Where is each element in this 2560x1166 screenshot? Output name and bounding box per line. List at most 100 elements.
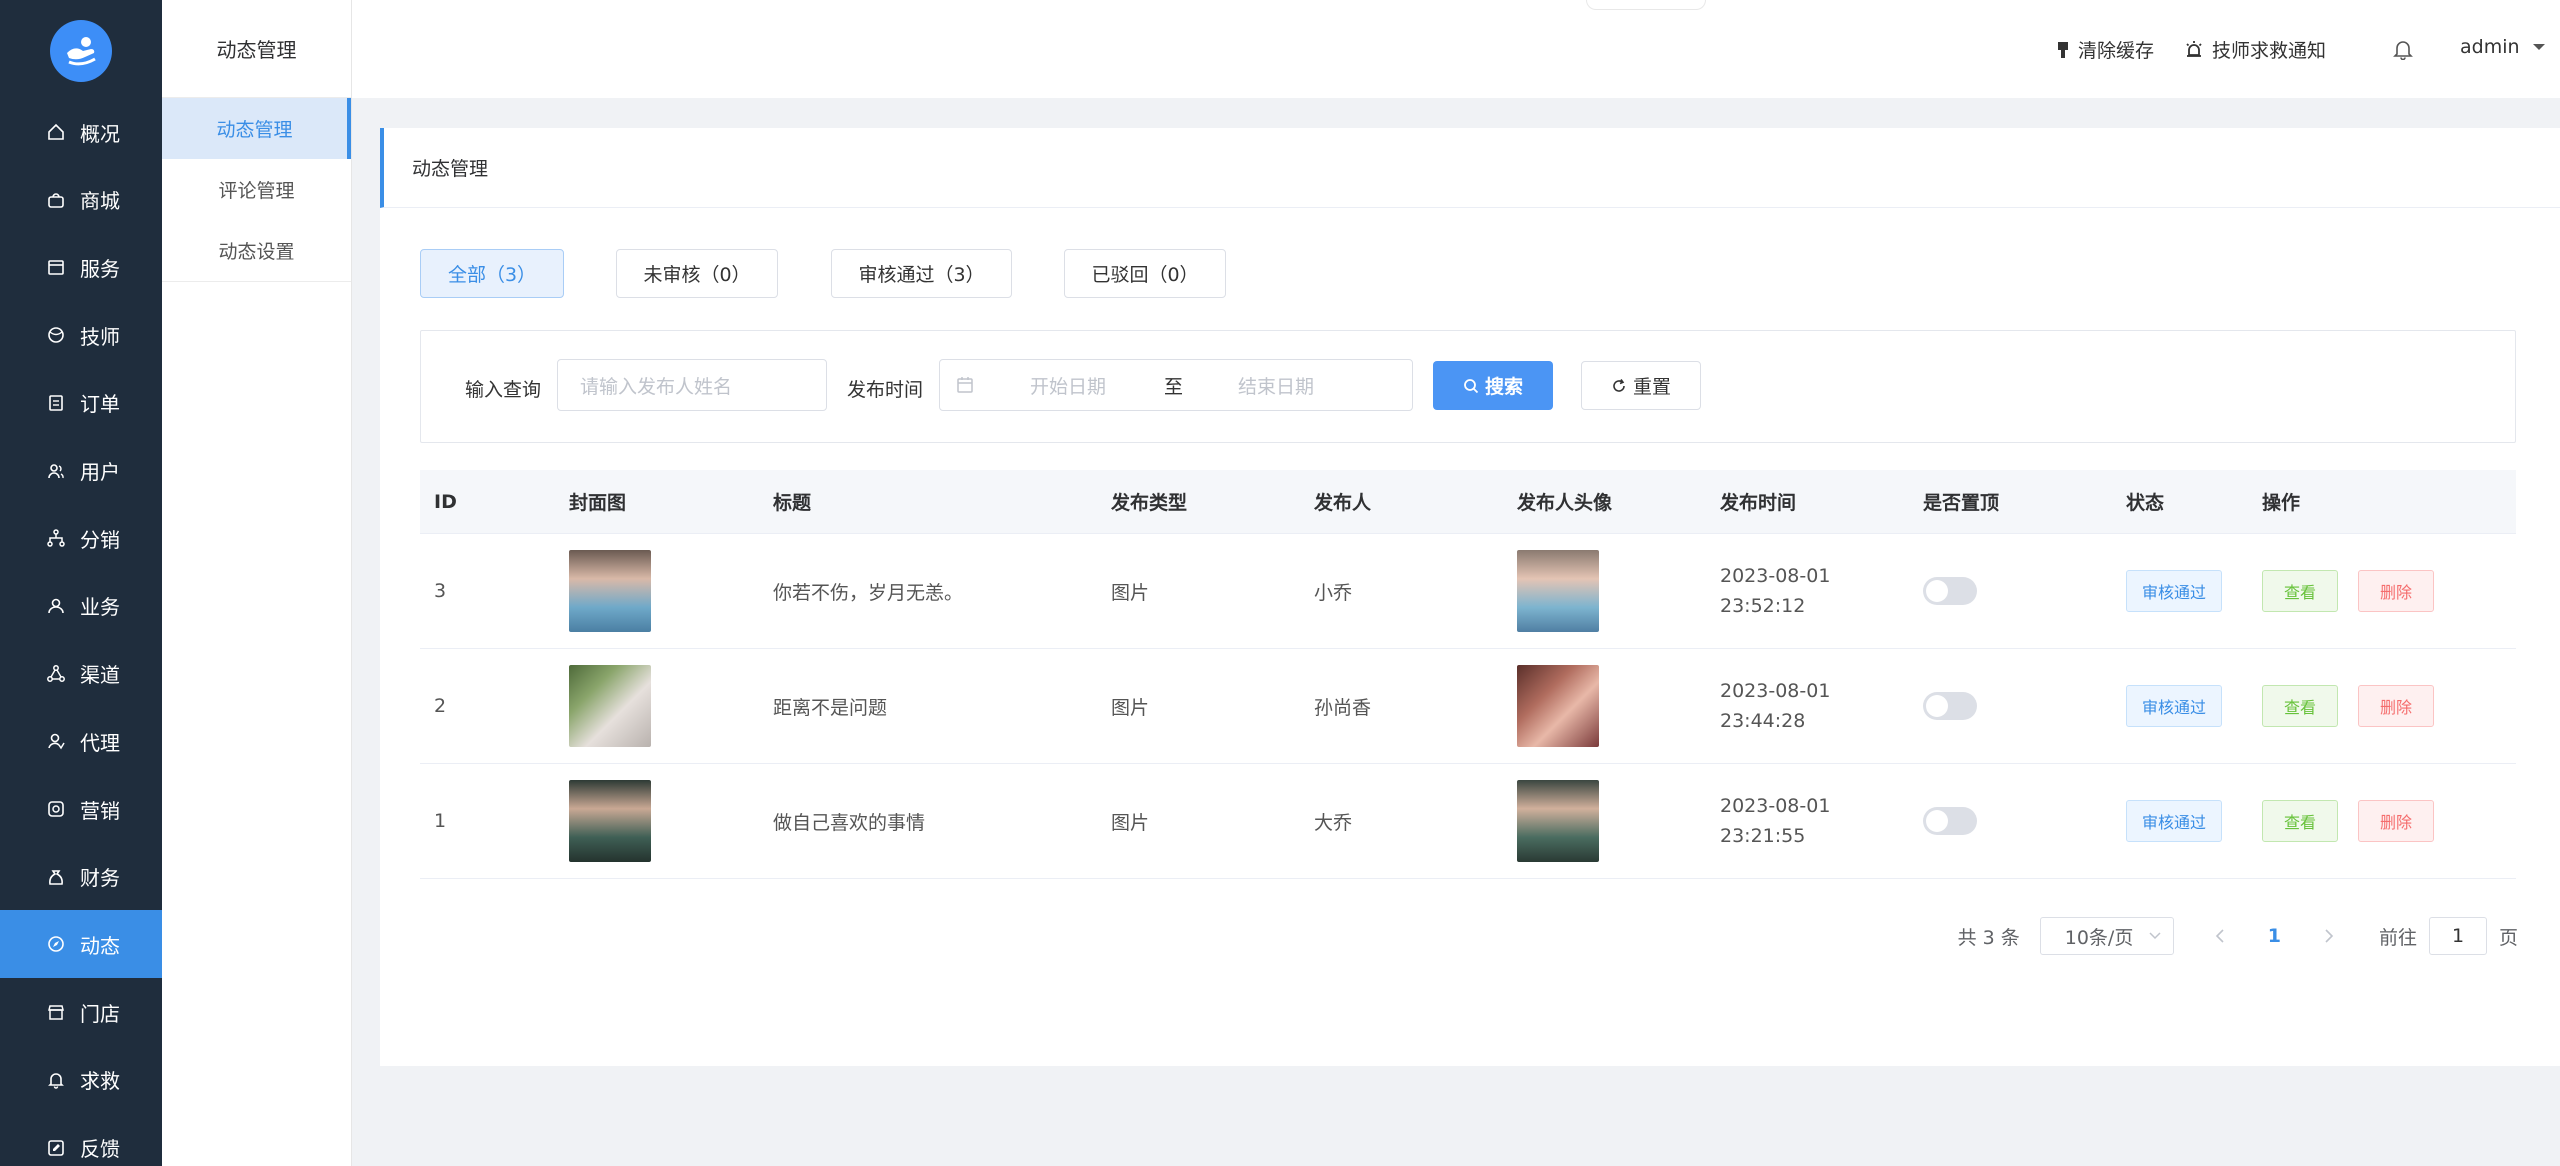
sidebar-item-label: 商城 — [80, 189, 120, 214]
pin-toggle[interactable] — [1923, 692, 1977, 720]
cell-actions: 查看 删除 — [2248, 685, 2516, 727]
search-button-label: 搜索 — [1484, 376, 1523, 398]
cell-id: 2 — [434, 695, 447, 717]
agent-icon — [46, 731, 66, 751]
sub-sidebar-divider — [162, 281, 351, 282]
alarm-icon — [2186, 40, 2202, 57]
range-separator: 至 — [1164, 375, 1184, 398]
sidebar-item-label: 渠道 — [80, 663, 120, 688]
delete-button[interactable]: 删除 — [2358, 800, 2434, 842]
tab-rejected[interactable]: 已驳回（0） — [1064, 249, 1226, 298]
publisher-search-placeholder: 请输入发布人姓名 — [580, 375, 733, 398]
user-menu[interactable]: admin — [2460, 36, 2546, 58]
publisher-search-input[interactable]: 请输入发布人姓名 — [557, 359, 827, 411]
logo-icon — [67, 37, 96, 66]
col-header-avatar: 发布人头像 — [1517, 492, 1613, 514]
sidebar-item[interactable]: 财务 — [0, 843, 162, 911]
tab-all[interactable]: 全部（3） — [420, 249, 564, 298]
cell-actions: 查看 删除 — [2248, 570, 2516, 612]
basketball-icon — [46, 325, 66, 345]
sidebar-item[interactable]: 求救 — [0, 1046, 162, 1114]
reset-button[interactable]: 重置 — [1581, 361, 1701, 410]
page-size-select[interactable]: 10条/页 — [2039, 917, 2174, 955]
tab-unreviewed[interactable]: 未审核（0） — [616, 249, 778, 298]
sidebar-item[interactable]: 代理 — [0, 707, 162, 775]
bell-icon — [46, 1070, 66, 1090]
cell-time: 2023-08-01 23:44:28 — [1706, 676, 1909, 736]
sidebar-item[interactable]: 概况 — [0, 98, 162, 166]
sidebar-item[interactable]: 订单 — [0, 369, 162, 437]
sidebar-item[interactable]: 服务 — [0, 233, 162, 301]
sidebar-item-label: 门店 — [80, 1001, 120, 1026]
sos-notice-button[interactable]: 技师求救通知 — [2184, 36, 2326, 63]
search-icon — [1464, 378, 1479, 393]
page-number-current[interactable]: 1 — [2268, 925, 2281, 947]
end-date-placeholder: 结束日期 — [1238, 375, 1315, 398]
goto-page-input[interactable]: 1 — [2428, 917, 2487, 955]
sidebar-item-label: 概况 — [80, 121, 120, 146]
delete-button[interactable]: 删除 — [2358, 570, 2434, 612]
sidebar-item-label: 动态 — [80, 933, 120, 958]
sidebar-item[interactable]: 门店 — [0, 978, 162, 1046]
panel-title: 动态管理 — [380, 128, 2560, 208]
avatar[interactable] — [1517, 665, 1599, 747]
view-button[interactable]: 查看 — [2262, 570, 2338, 612]
page-size-value: 10条/页 — [2064, 926, 2134, 949]
next-page-icon[interactable] — [2323, 929, 2335, 943]
sidebar-item[interactable]: 营销 — [0, 775, 162, 843]
cell-time: 2023-08-01 23:52:12 — [1706, 561, 1909, 621]
cover-image[interactable] — [569, 550, 651, 632]
sidebar-item[interactable]: 商城 — [0, 166, 162, 234]
sidebar-item[interactable]: 技师 — [0, 301, 162, 369]
publish-time: 23:44:28 — [1720, 710, 1806, 732]
col-header-title: 标题 — [773, 492, 812, 514]
sidebar-item-label: 服务 — [80, 256, 120, 281]
cell-cover — [555, 780, 759, 862]
triangle-nodes-icon — [46, 664, 66, 684]
sub-item-comment-manage[interactable]: 评论管理 — [162, 159, 351, 220]
publish-time-label: 发布时间 — [847, 379, 924, 401]
cell-publisher: 小乔 — [1314, 581, 1353, 604]
clear-cache-button[interactable]: 清除缓存 — [2056, 36, 2154, 63]
sidebar-item[interactable]: 渠道 — [0, 640, 162, 708]
avatar[interactable] — [1517, 550, 1599, 632]
cell-time: 2023-08-01 23:21:55 — [1706, 791, 1909, 851]
sidebar-item[interactable]: 分销 — [0, 504, 162, 572]
pin-toggle[interactable] — [1923, 577, 1977, 605]
avatar[interactable] — [1517, 780, 1599, 862]
notification-bell[interactable] — [2392, 38, 2422, 60]
goto-prefix: 前往 — [2378, 926, 2417, 949]
col-header-cover: 封面图 — [569, 492, 627, 514]
cell-type: 图片 — [1111, 581, 1150, 604]
date-range-picker[interactable]: 开始日期 至 结束日期 — [939, 359, 1413, 411]
start-date-placeholder: 开始日期 — [1030, 375, 1107, 398]
cell-publisher: 孙尚香 — [1314, 696, 1372, 719]
cover-image[interactable] — [569, 780, 651, 862]
search-button[interactable]: 搜索 — [1433, 361, 1553, 410]
sidebar-item[interactable]: 业务 — [0, 572, 162, 640]
cell-status: 审核通过 — [2112, 800, 2248, 842]
sidebar-item[interactable]: 反馈 — [0, 1114, 162, 1166]
publish-date: 2023-08-01 — [1720, 565, 1831, 587]
sidebar-item-label: 用户 — [80, 460, 120, 484]
view-button[interactable]: 查看 — [2262, 800, 2338, 842]
sidebar-item[interactable]: 动态 — [0, 910, 162, 979]
top-header: 清除缓存 技师求救通知 admin — [352, 0, 2560, 98]
shopping-bag-icon — [46, 190, 66, 210]
sidebar-item[interactable]: 用户 — [0, 437, 162, 505]
sidebar-item-label: 订单 — [80, 392, 120, 417]
logo — [50, 20, 112, 82]
delete-button[interactable]: 删除 — [2358, 685, 2434, 727]
view-button[interactable]: 查看 — [2262, 685, 2338, 727]
edit-icon — [46, 1138, 66, 1158]
tab-approved[interactable]: 审核通过（3） — [831, 249, 1012, 298]
sidebar-item-label: 财务 — [80, 866, 120, 891]
status-badge: 审核通过 — [2126, 800, 2222, 842]
prev-page-icon[interactable] — [2214, 929, 2226, 943]
cover-image[interactable] — [569, 665, 651, 747]
sidebar-item-label: 求救 — [80, 1069, 120, 1094]
pin-toggle[interactable] — [1923, 807, 1977, 835]
clear-cache-label: 清除缓存 — [2078, 40, 2155, 62]
sub-item-dynamic-manage[interactable]: 动态管理 — [162, 98, 351, 159]
sub-item-dynamic-settings[interactable]: 动态设置 — [162, 220, 351, 281]
